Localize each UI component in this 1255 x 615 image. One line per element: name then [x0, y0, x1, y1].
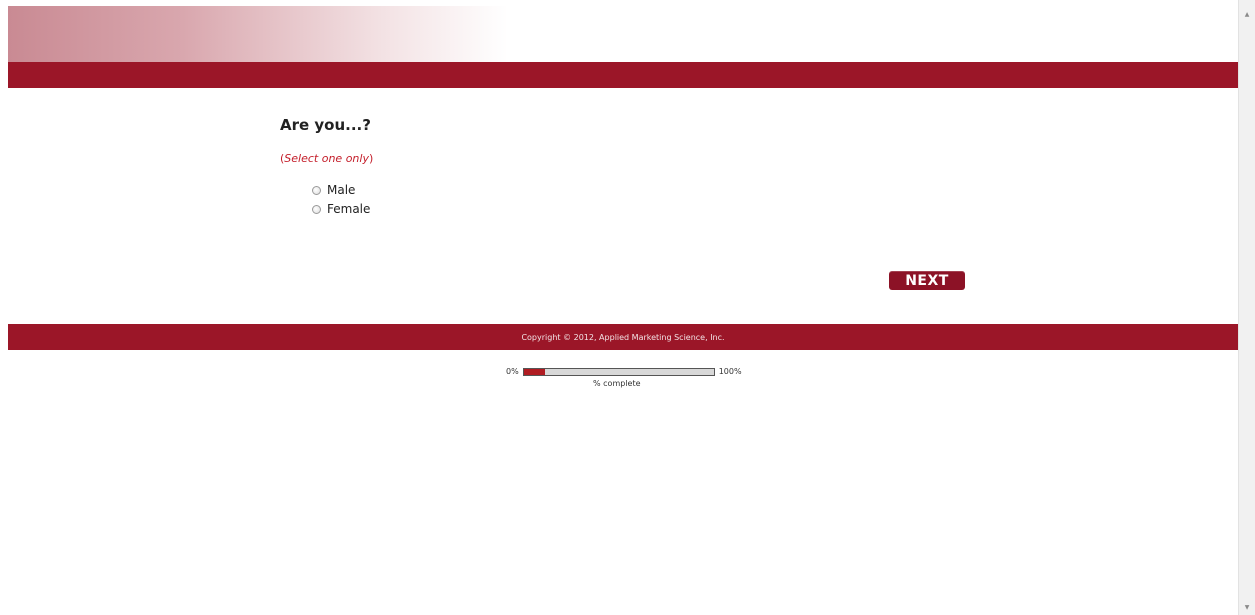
- header-banner: [8, 6, 508, 62]
- vertical-scrollbar[interactable]: ▲ ▼: [1238, 0, 1255, 615]
- progress-caption: % complete: [593, 379, 641, 388]
- option-male[interactable]: Male: [312, 183, 355, 197]
- option-female[interactable]: Female: [312, 202, 370, 216]
- scroll-up-icon[interactable]: ▲: [1239, 8, 1255, 20]
- progress-bar: [522, 367, 715, 376]
- progress-max-label: 100%: [718, 367, 742, 376]
- survey-page: Are you...? (Select one only) Male Femal…: [0, 0, 1255, 615]
- progress-fill: [523, 368, 545, 375]
- option-label: Female: [327, 202, 371, 216]
- progress-min-label: 0%: [506, 367, 519, 376]
- male-radio[interactable]: [312, 185, 321, 195]
- scroll-down-icon[interactable]: ▼: [1239, 601, 1255, 613]
- next-button[interactable]: NEXT: [889, 271, 965, 290]
- left-edge: [0, 0, 8, 615]
- instruction-close-paren: ): [368, 152, 374, 165]
- instruction-italic: Select one only: [284, 152, 369, 165]
- copyright-text: Copyright © 2012, Applied Marketing Scie…: [521, 332, 725, 342]
- question-text: Are you...?: [280, 116, 371, 134]
- option-label: Male: [327, 183, 356, 197]
- header-bar: [8, 62, 1238, 88]
- female-radio[interactable]: [312, 204, 321, 214]
- footer-bar: Copyright © 2012, Applied Marketing Scie…: [8, 324, 1238, 350]
- progress-row: 0% 100%: [506, 367, 742, 376]
- instruction-text: (Select one only): [280, 152, 373, 165]
